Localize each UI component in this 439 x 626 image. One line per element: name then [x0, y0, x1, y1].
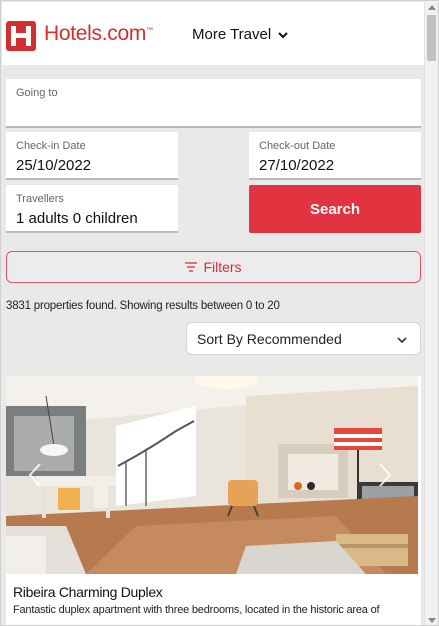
property-card[interactable]: Ribeira Charming Duplex Fantastic duplex…: [6, 376, 421, 625]
carousel-next-arrow-icon[interactable]: [374, 462, 396, 488]
carousel-prev-arrow-icon[interactable]: [24, 462, 46, 488]
filters-label: Filters: [203, 259, 242, 275]
checkout-date-field[interactable]: Check-out Date 27/10/2022: [249, 132, 421, 180]
search-button[interactable]: Search: [249, 185, 421, 233]
results-count: 3831 properties found. Showing results b…: [6, 300, 280, 312]
living-room-photo[interactable]: [6, 376, 418, 574]
property-description: Fantastic duplex apartment with three be…: [13, 604, 380, 616]
hotels-logo-icon[interactable]: [6, 21, 36, 51]
checkout-date-label: Check-out Date: [259, 140, 336, 152]
filters-button[interactable]: Filters: [6, 251, 421, 283]
site-header: Hotels.com™ More Travel: [2, 2, 425, 65]
logo-text: Hotels.com: [44, 22, 147, 45]
checkin-date-label: Check-in Date: [16, 140, 86, 152]
property-title[interactable]: Ribeira Charming Duplex: [13, 584, 163, 600]
checkin-date-value[interactable]: 25/10/2022: [16, 157, 168, 174]
chevron-down-icon: [278, 31, 288, 38]
logo-wordmark[interactable]: Hotels.com™: [44, 22, 153, 46]
checkout-date-value[interactable]: 27/10/2022: [259, 157, 411, 174]
travellers-label: Travellers: [16, 193, 64, 205]
travellers-value[interactable]: 1 adults 0 children: [16, 210, 168, 227]
sort-dropdown[interactable]: Sort By Recommended: [186, 322, 421, 355]
scrollbar-thumb[interactable]: [427, 15, 436, 61]
filter-lines-icon: [185, 262, 198, 272]
more-travel-label: More Travel: [192, 26, 272, 43]
more-travel-menu[interactable]: More Travel: [192, 26, 289, 43]
logo-trademark: ™: [146, 27, 153, 34]
chevron-down-icon: [397, 337, 407, 344]
going-to-label: Going to: [16, 87, 58, 99]
scroll-up-arrow-icon[interactable]: [428, 5, 436, 10]
sort-selected-value: Sort By Recommended: [197, 330, 342, 347]
going-to-field[interactable]: Going to: [6, 79, 421, 128]
travellers-field[interactable]: Travellers 1 adults 0 children: [6, 185, 178, 233]
page-scrollbar[interactable]: [424, 1, 438, 625]
browser-viewport: Hotels.com™ More Travel Going to Check-i…: [0, 0, 439, 626]
checkin-date-field[interactable]: Check-in Date 25/10/2022: [6, 132, 178, 180]
scroll-down-arrow-icon[interactable]: [428, 618, 436, 623]
